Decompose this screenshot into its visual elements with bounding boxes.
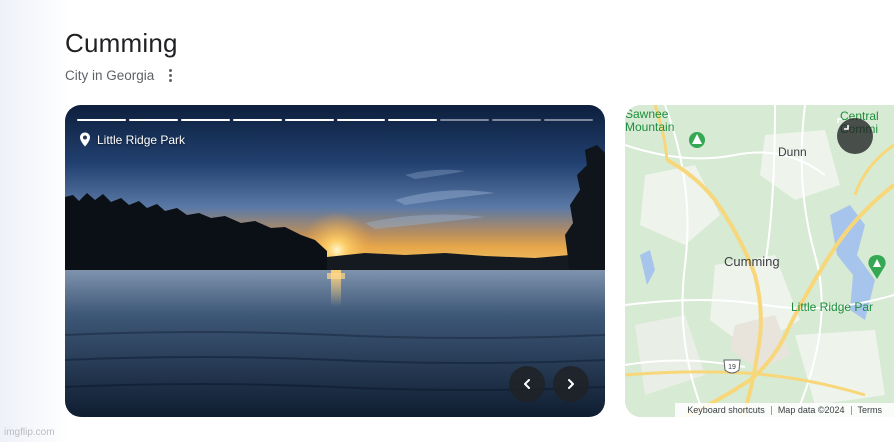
chevron-right-icon bbox=[568, 379, 574, 389]
location-pin-icon bbox=[80, 132, 90, 147]
subtitle-row: City in Georgia bbox=[65, 67, 174, 83]
previous-photo-button[interactable] bbox=[509, 366, 545, 402]
place-subtitle: City in Georgia bbox=[65, 67, 155, 83]
page-title: Cumming bbox=[65, 28, 178, 58]
progress-segment bbox=[77, 119, 126, 121]
progress-segment bbox=[336, 119, 386, 121]
map-data-attribution: Map data ©2024 bbox=[777, 405, 845, 415]
map-label-sawnee-mountain: Sawnee Mountain bbox=[625, 107, 675, 134]
progress-segment bbox=[232, 119, 282, 121]
photo-carousel[interactable]: Little Ridge Park bbox=[65, 105, 605, 417]
map-footer: Keyboard shortcuts Map data ©2024 Terms bbox=[675, 403, 894, 417]
photo-location-tag[interactable]: Little Ridge Park bbox=[79, 132, 185, 147]
progress-segment bbox=[180, 119, 230, 121]
progress-segment bbox=[388, 119, 438, 121]
left-background-wash bbox=[0, 0, 70, 442]
watermark: imgflip.com bbox=[4, 427, 55, 438]
progress-segment bbox=[128, 119, 178, 121]
map-label-cumming: Cumming bbox=[724, 254, 780, 269]
keyboard-shortcuts-link[interactable]: Keyboard shortcuts bbox=[681, 405, 771, 415]
more-vert-icon[interactable] bbox=[166, 67, 174, 83]
progress-segment bbox=[544, 119, 594, 121]
next-photo-button[interactable] bbox=[553, 366, 589, 402]
progress-segment bbox=[440, 119, 490, 121]
map-label-dunn: Dunn bbox=[778, 145, 807, 159]
story-progress bbox=[77, 119, 594, 121]
svg-text:19: 19 bbox=[728, 364, 736, 371]
chevron-left-icon bbox=[524, 379, 530, 389]
photo-location-label: Little Ridge Park bbox=[97, 132, 186, 147]
terms-link[interactable]: Terms bbox=[852, 405, 889, 415]
map-label-little-ridge-park: Little Ridge Par bbox=[791, 300, 874, 314]
expand-icon bbox=[837, 118, 849, 130]
map-preview[interactable]: Sawnee Mountain Dunn Cumming Little Ridg… bbox=[625, 105, 894, 417]
expand-map-button[interactable] bbox=[837, 118, 873, 154]
progress-segment bbox=[284, 119, 334, 121]
park-marker-icon bbox=[689, 132, 705, 148]
progress-segment bbox=[492, 119, 542, 121]
